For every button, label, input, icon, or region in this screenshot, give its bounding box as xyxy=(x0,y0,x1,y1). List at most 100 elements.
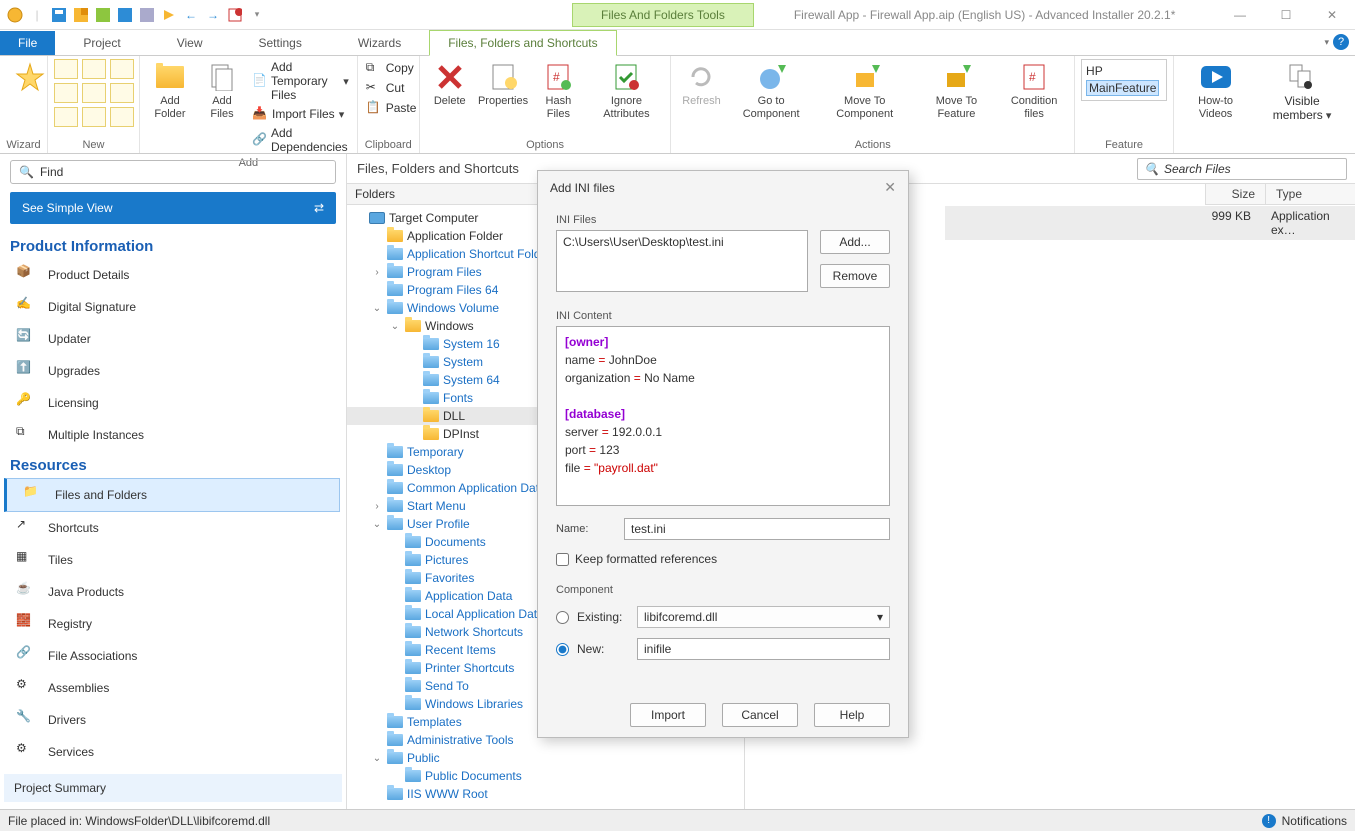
svg-text:#: # xyxy=(1029,70,1036,84)
new-radio[interactable] xyxy=(556,643,569,656)
tree-node[interactable]: Public Documents xyxy=(347,767,744,785)
qat-icon-9[interactable] xyxy=(226,6,244,24)
nav-licensing[interactable]: 🔑Licensing xyxy=(0,387,346,419)
menu-wizards[interactable]: Wizards xyxy=(330,31,429,55)
name-input[interactable] xyxy=(624,518,890,540)
hash-files-button[interactable]: #Hash Files xyxy=(532,59,584,123)
help-button[interactable]: Help xyxy=(814,703,890,727)
section-product-information: Product Information xyxy=(0,232,346,259)
nav-updater[interactable]: 🔄Updater xyxy=(0,323,346,355)
condition-files-button[interactable]: #Condition files xyxy=(1000,59,1068,123)
move-to-component-button[interactable]: Move To Component xyxy=(817,59,913,123)
notifications-button[interactable]: !Notifications xyxy=(1262,814,1347,828)
add-dependencies-button[interactable]: 🔗Add Dependencies xyxy=(250,125,351,155)
qat-icon-5[interactable] xyxy=(138,6,156,24)
nav-shortcuts[interactable]: ↗Shortcuts xyxy=(0,512,346,544)
contextual-tab-header: Files And Folders Tools xyxy=(572,3,754,27)
new-component-input[interactable] xyxy=(637,638,890,660)
nav-files-and-folders[interactable]: 📁Files and Folders xyxy=(4,478,340,512)
add-temp-files-button[interactable]: 📄Add Temporary Files ▾ xyxy=(250,59,351,103)
qat-save-icon[interactable] xyxy=(50,6,68,24)
nav-services[interactable]: ⚙Services xyxy=(0,736,346,768)
qat-back-icon[interactable]: ← xyxy=(182,6,200,24)
menu-settings[interactable]: Settings xyxy=(231,31,330,55)
import-button[interactable]: Import xyxy=(630,703,706,727)
tree-node[interactable]: ⌄Public xyxy=(347,749,744,767)
keep-formatted-refs-checkbox[interactable]: Keep formatted references xyxy=(556,552,890,566)
menu-view[interactable]: View xyxy=(149,31,231,55)
visible-members-button[interactable]: Visible members ▾ xyxy=(1255,59,1349,125)
move-to-feature-button[interactable]: Move To Feature xyxy=(917,59,996,123)
nav-assemblies[interactable]: ⚙Assemblies xyxy=(0,672,346,704)
see-simple-view-button[interactable]: See Simple View⇄ xyxy=(10,192,336,224)
search-files-input[interactable]: 🔍 Search Files xyxy=(1137,158,1347,180)
tree-node[interactable]: IIS WWW Root xyxy=(347,785,744,803)
dialog-close-icon[interactable]: ✕ xyxy=(884,179,896,196)
left-nav: 🔍 Find See Simple View⇄ Product Informat… xyxy=(0,154,347,809)
file-list-row[interactable]: 999 KB Application ex… xyxy=(945,206,1355,240)
name-label: Name: xyxy=(556,523,612,535)
ribbon-collapse-icon[interactable]: ▾ xyxy=(1324,37,1329,48)
quick-access-toolbar: | ← → ▾ xyxy=(0,6,272,24)
add-ini-files-dialog: Add INI files ✕ INI Files C:\Users\User\… xyxy=(537,170,909,738)
qat-forward-icon[interactable]: → xyxy=(204,6,222,24)
nav-product-details[interactable]: 📦Product Details xyxy=(0,259,346,291)
dialog-title: Add INI files xyxy=(550,181,615,195)
existing-component-combo[interactable]: libifcoremd.dll▾ xyxy=(637,606,890,628)
ini-content-editor[interactable]: [owner] name = JohnDoe organization = No… xyxy=(556,326,890,506)
nav-drivers[interactable]: 🔧Drivers xyxy=(0,704,346,736)
remove-file-button[interactable]: Remove xyxy=(820,264,890,288)
wizard-button[interactable] xyxy=(6,59,54,97)
nav-registry[interactable]: 🧱Registry xyxy=(0,608,346,640)
status-text: File placed in: WindowsFolder\DLL\libifc… xyxy=(8,814,270,828)
nav-tiles[interactable]: ▦Tiles xyxy=(0,544,346,576)
menu-files-folders-shortcuts[interactable]: Files, Folders and Shortcuts xyxy=(429,30,616,56)
add-folder-button[interactable]: Add Folder xyxy=(146,59,194,123)
copy-button[interactable]: ⧉Copy xyxy=(364,59,419,77)
nav-digital-signature[interactable]: ✍️Digital Signature xyxy=(0,291,346,323)
window-title: Firewall App - Firewall App.aip (English… xyxy=(794,8,1176,22)
titlebar: | ← → ▾ Files And Folders Tools Firewall… xyxy=(0,0,1355,30)
qat-dropdown-icon[interactable]: ▾ xyxy=(248,6,266,24)
project-summary-link[interactable]: Project Summary xyxy=(4,774,342,802)
delete-button[interactable]: Delete xyxy=(426,59,474,110)
menu-project[interactable]: Project xyxy=(55,31,148,55)
ini-files-list[interactable]: C:\Users\User\Desktop\test.ini xyxy=(556,230,808,292)
import-files-button[interactable]: 📥Import Files ▾ xyxy=(250,105,351,123)
ini-files-label: INI Files xyxy=(556,214,890,226)
new-grid[interactable] xyxy=(54,59,134,127)
howto-videos-button[interactable]: How-to Videos xyxy=(1180,59,1251,123)
qat-run-icon[interactable] xyxy=(94,6,112,24)
nav-multiple-instances[interactable]: ⧉Multiple Instances xyxy=(0,419,346,451)
goto-component-button[interactable]: Go to Component xyxy=(729,59,812,123)
nav-java-products[interactable]: ☕Java Products xyxy=(0,576,346,608)
nav-file-associations[interactable]: 🔗File Associations xyxy=(0,640,346,672)
existing-radio[interactable] xyxy=(556,611,569,624)
section-resources: Resources xyxy=(0,451,346,478)
ignore-attributes-button[interactable]: Ignore Attributes xyxy=(588,59,664,123)
nav-upgrades[interactable]: ⬆️Upgrades xyxy=(0,355,346,387)
menubar: File Project View Settings Wizards Files… xyxy=(0,30,1355,56)
cut-button[interactable]: ✂Cut xyxy=(364,79,419,97)
statusbar: File placed in: WindowsFolder\DLL\libifc… xyxy=(0,809,1355,831)
add-file-button[interactable]: Add... xyxy=(820,230,890,254)
svg-text:#: # xyxy=(553,70,560,84)
help-icon[interactable]: ? xyxy=(1333,34,1349,50)
properties-button[interactable]: Properties xyxy=(478,59,529,110)
menu-file[interactable]: File xyxy=(0,31,55,55)
feature-selector[interactable]: HP MainFeature xyxy=(1081,59,1167,101)
ini-content-label: INI Content xyxy=(556,310,890,322)
paste-button[interactable]: 📋Paste xyxy=(364,99,419,117)
qat-icon-4[interactable] xyxy=(116,6,134,24)
add-files-button[interactable]: Add Files xyxy=(198,59,246,123)
qat-icon-6[interactable] xyxy=(160,6,178,24)
find-input[interactable]: 🔍 Find xyxy=(10,160,336,184)
ribbon: Wizard New Add Folder Add Files 📄Add Tem… xyxy=(0,56,1355,154)
refresh-button[interactable]: Refresh xyxy=(677,59,725,110)
qat-build-icon[interactable] xyxy=(72,6,90,24)
cancel-button[interactable]: Cancel xyxy=(722,703,798,727)
close-button[interactable]: ✕ xyxy=(1309,0,1355,30)
maximize-button[interactable]: ☐ xyxy=(1263,0,1309,30)
file-list-header[interactable]: Size Type xyxy=(1205,184,1355,205)
minimize-button[interactable]: ― xyxy=(1217,0,1263,30)
